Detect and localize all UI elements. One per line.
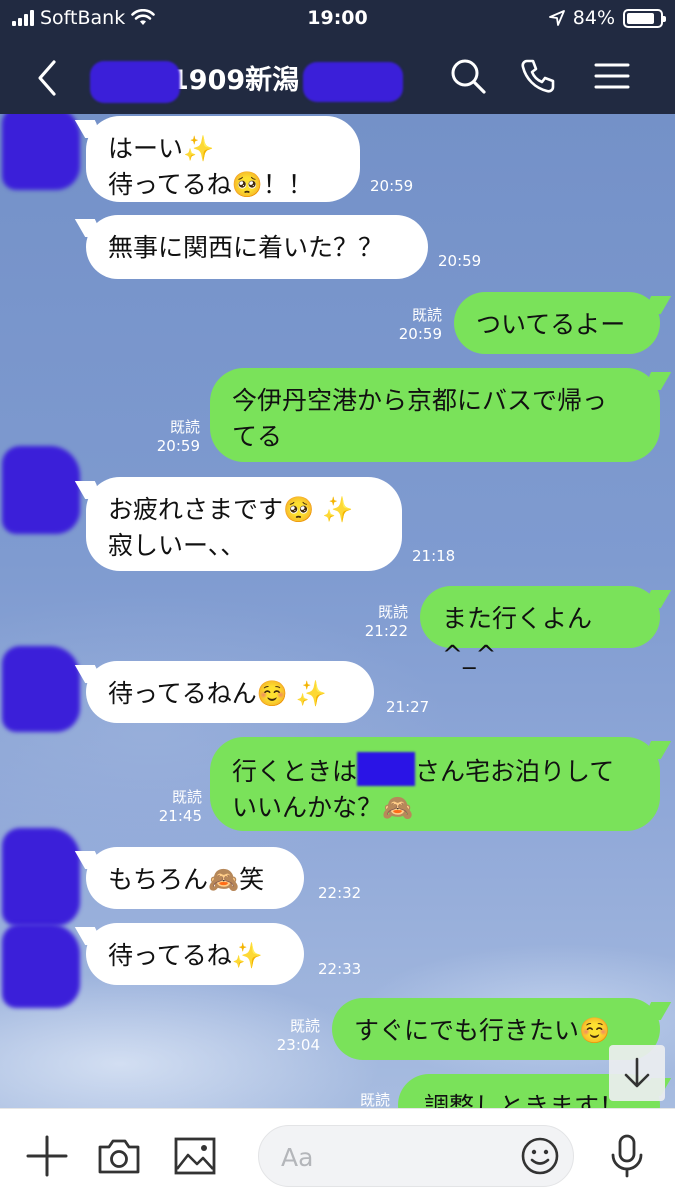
message-time: 22:32 [318,884,362,902]
message-time: 20:59 [156,437,200,455]
redacted-mark [90,60,180,103]
status-bar: SoftBank 19:00 84% [0,0,675,38]
back-icon[interactable] [28,58,68,98]
message-incoming[interactable]: お疲れさまです🥺 ✨ 寂しいー、、 [86,477,402,571]
message-read-status: 既読 20:59 [148,418,200,456]
read-label: 既読 [359,1091,390,1108]
read-label: 既読 [169,418,200,436]
avatar[interactable] [2,828,80,926]
message-read-status: 既読 21:45 [150,788,202,826]
message-line-with-redaction: 行くときは さん宅お泊りして [232,752,638,790]
message-incoming[interactable]: 無事に関西に着いた？？ [86,215,428,279]
message-outgoing[interactable]: また行くよん^_^ [420,586,660,669]
status-right: 84% [548,7,666,29]
message-time: 21:22 [364,622,408,640]
message-time: 20:59 [438,252,482,270]
message-time: 22:33 [318,960,362,978]
read-label: 既読 [377,603,408,621]
message-time: 23:04 [276,1036,320,1054]
battery-fill [627,12,654,24]
chat-area[interactable]: はーい✨ 待ってるね🥺！！ 20:59 無事に関西に着いた？？ 20:59 既読… [0,114,675,1108]
battery-icon [623,8,666,28]
battery-percent: 84% [572,7,615,29]
read-label: 既読 [289,1017,320,1035]
message-line: 今伊丹空港から京都にバスで帰っ [232,386,608,415]
message-line: もちろん🙈笑 [108,865,265,894]
avatar[interactable] [2,646,80,732]
message-line: いいんかな？🙈 [232,793,414,822]
search-icon[interactable] [448,56,488,96]
message-line: 寂しいー、、 [108,531,246,560]
message-line: 待ってるね✨ [108,941,263,970]
message-outgoing[interactable]: 行くときは さん宅お泊りして いいんかな？🙈 [210,737,660,831]
message-read-status: 既読 20:59 [390,306,442,344]
microphone-icon[interactable] [604,1133,650,1179]
message-input-bar [0,1108,675,1200]
arrow-down-icon [624,1057,650,1088]
message-incoming[interactable]: もちろん🙈笑 [86,847,304,909]
redacted-mark [303,61,404,102]
message-line: 待ってるね🥺！！ [108,170,313,199]
message-line: ついてるよー [476,310,626,339]
message-line: すぐにでも行きたい☺️ [354,1016,611,1045]
location-arrow-icon [548,10,565,26]
message-incoming[interactable]: はーい✨ 待ってるね🥺！！ [86,116,360,202]
message-time: 21:27 [386,698,430,716]
camera-icon[interactable] [96,1133,142,1179]
chat-header: 1909新潟 [0,38,675,114]
message-line: 待ってるねん☺️ ✨ [108,679,327,708]
message-line: はーい✨ [108,134,215,163]
message-time: 21:45 [158,807,202,825]
message-read-status: 既読 [338,1091,390,1108]
message-line: 調整しときます！ [424,1092,625,1108]
read-label: 既読 [411,306,442,324]
plus-icon[interactable] [24,1133,70,1179]
message-line: また行くよん^_^ [442,604,593,669]
avatar[interactable] [2,446,80,534]
message-incoming[interactable]: 待ってるね✨ [86,923,304,985]
message-outgoing[interactable]: ついてるよー [454,292,660,354]
avatar[interactable] [2,114,80,190]
message-outgoing[interactable]: 今伊丹空港から京都にバスで帰っ てる [210,368,660,462]
message-fragment: 行くときは [232,757,358,786]
message-line: お疲れさまです🥺 ✨ [108,495,354,524]
message-input-field[interactable] [258,1125,574,1187]
menu-icon[interactable] [592,56,632,96]
message-time: 20:59 [398,325,442,343]
redacted-mark [357,752,416,786]
chat-title-text: 1909新潟 [170,65,300,96]
message-line: てる [232,422,283,451]
chat-title: 1909新潟 [90,58,404,103]
message-time: 20:59 [370,177,414,195]
scroll-to-bottom-button[interactable] [609,1045,665,1101]
phone-icon[interactable] [518,56,558,96]
image-icon[interactable] [172,1133,218,1179]
avatar[interactable] [2,924,80,1008]
message-fragment: さん宅お泊りして [415,757,615,786]
read-label: 既読 [171,788,202,806]
emoji-icon[interactable] [519,1135,561,1177]
message-time: 21:18 [412,547,456,565]
message-read-status: 既読 21:22 [356,603,408,641]
message-line: 無事に関西に着いた？？ [108,233,384,262]
message-incoming[interactable]: 待ってるねん☺️ ✨ [86,661,374,723]
message-read-status: 既読 23:04 [268,1017,320,1055]
message-input[interactable] [281,1138,511,1176]
